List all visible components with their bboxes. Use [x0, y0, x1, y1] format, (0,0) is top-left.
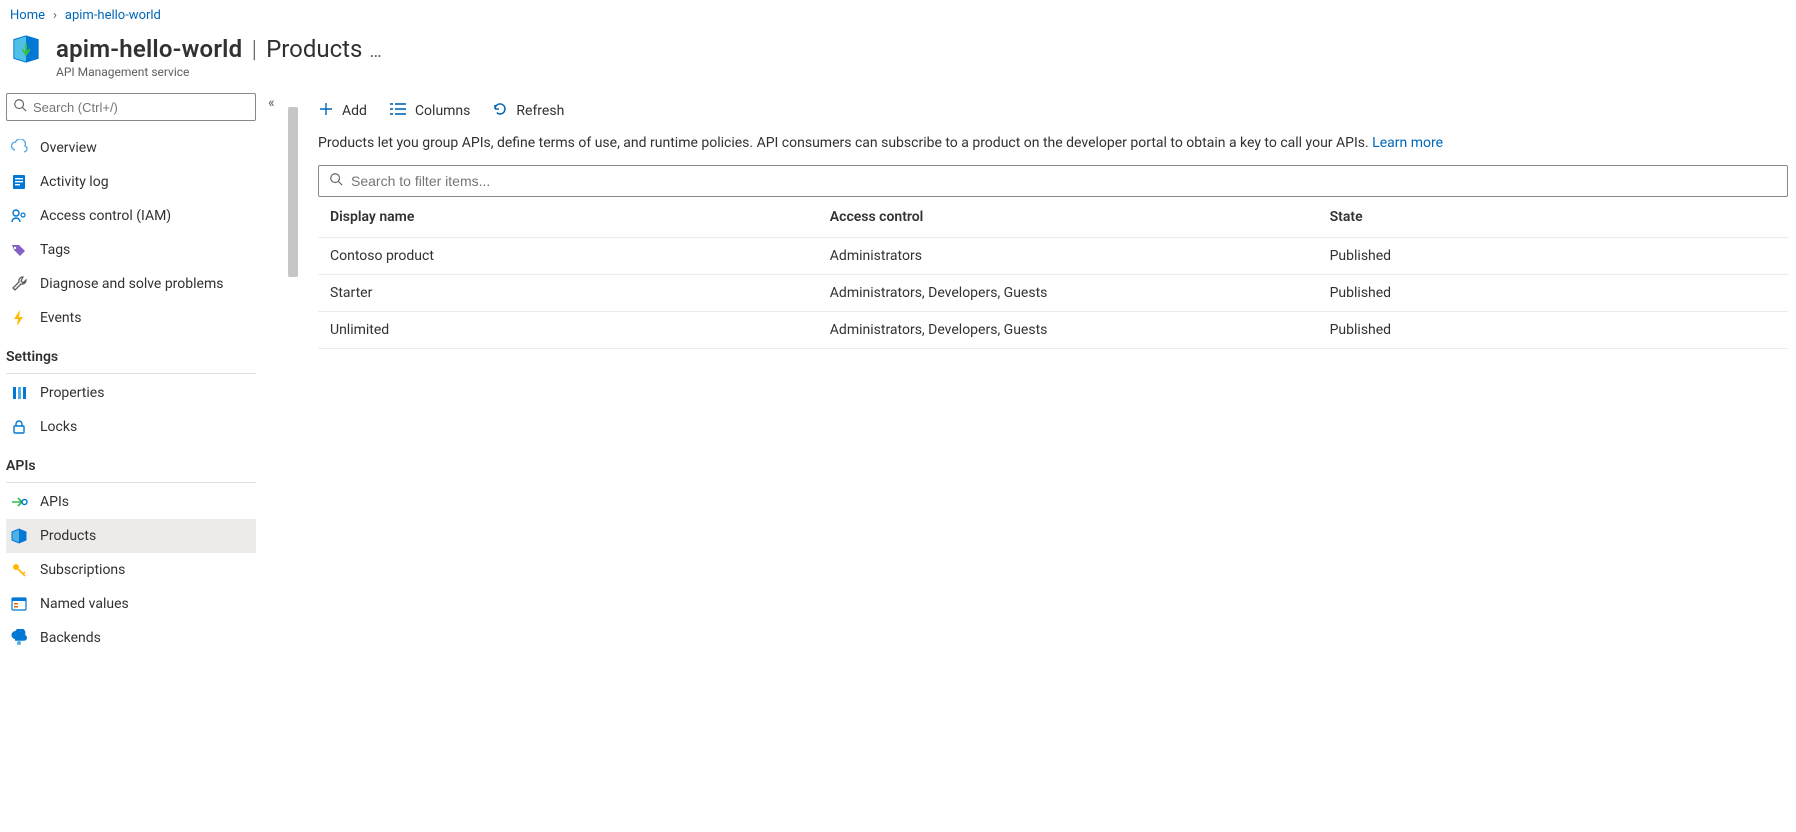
- col-header-display-name[interactable]: Display name: [318, 197, 818, 238]
- cell-access: Administrators, Developers, Guests: [818, 312, 1318, 349]
- sidebar-item-named-values[interactable]: Named values: [6, 587, 256, 621]
- sidebar-item-label: Products: [40, 528, 96, 544]
- breadcrumb: Home › apim-hello-world: [0, 0, 1796, 27]
- sidebar-search[interactable]: [6, 93, 256, 121]
- scrollbar[interactable]: [288, 107, 298, 277]
- col-header-state[interactable]: State: [1318, 197, 1788, 238]
- cell-state: Published: [1318, 238, 1788, 275]
- sidebar-item-activity-log[interactable]: Activity log: [6, 165, 256, 199]
- access-control-icon: [10, 207, 28, 225]
- refresh-icon: [492, 101, 508, 121]
- activity-log-icon: [10, 173, 28, 191]
- sidebar-item-label: Overview: [40, 140, 97, 156]
- properties-icon: [10, 384, 28, 402]
- backends-icon: [10, 629, 28, 647]
- sidebar-gap: «: [262, 89, 298, 675]
- wrench-icon: [10, 275, 28, 293]
- named-values-icon: [10, 595, 28, 613]
- apim-service-icon: [10, 33, 42, 65]
- sidebar-item-subscriptions[interactable]: Subscriptions: [6, 553, 256, 587]
- add-label: Add: [342, 103, 367, 119]
- filter-search[interactable]: [318, 165, 1788, 197]
- plus-icon: [318, 101, 334, 121]
- cell-state: Published: [1318, 275, 1788, 312]
- cell-state: Published: [1318, 312, 1788, 349]
- separator: [6, 373, 256, 374]
- columns-icon: [389, 101, 407, 121]
- table-row[interactable]: StarterAdministrators, Developers, Guest…: [318, 275, 1788, 312]
- sidebar-item-backends[interactable]: Backends: [6, 621, 256, 655]
- table-row[interactable]: Contoso productAdministratorsPublished: [318, 238, 1788, 275]
- collapse-sidebar-icon[interactable]: «: [268, 95, 275, 111]
- sidebar-item-label: Subscriptions: [40, 562, 125, 578]
- sidebar-item-events[interactable]: Events: [6, 301, 256, 335]
- service-type-label: API Management service: [0, 65, 1796, 79]
- toolbar: Add Columns: [318, 93, 1788, 135]
- sidebar-item-label: Activity log: [40, 174, 109, 190]
- cell-access: Administrators, Developers, Guests: [818, 275, 1318, 312]
- columns-label: Columns: [415, 103, 470, 119]
- api-icon: [10, 493, 28, 511]
- cell-access: Administrators: [818, 238, 1318, 275]
- description: Products let you group APIs, define term…: [318, 135, 1788, 151]
- sidebar-item-tags[interactable]: Tags: [6, 233, 256, 267]
- sidebar-item-products[interactable]: Products: [6, 519, 256, 553]
- sidebar-item-locks[interactable]: Locks: [6, 410, 256, 444]
- more-icon[interactable]: …: [370, 41, 382, 62]
- sidebar-section-settings: Settings: [6, 335, 256, 371]
- chevron-right-icon: ›: [53, 8, 57, 23]
- col-header-access-control[interactable]: Access control: [818, 197, 1318, 238]
- sidebar-section-apis: APIs: [6, 444, 256, 480]
- sidebar-item-label: APIs: [40, 494, 69, 510]
- lock-icon: [10, 418, 28, 436]
- title-separator: |: [252, 35, 257, 63]
- sidebar-item-label: Locks: [40, 419, 77, 435]
- cell-name: Contoso product: [318, 238, 818, 275]
- sidebar-item-label: Named values: [40, 596, 129, 612]
- description-text: Products let you group APIs, define term…: [318, 135, 1372, 151]
- sidebar-item-apis[interactable]: APIs: [6, 485, 256, 519]
- sidebar-item-overview[interactable]: Overview: [6, 131, 256, 165]
- sidebar-item-access-control[interactable]: Access control (IAM): [6, 199, 256, 233]
- refresh-button[interactable]: Refresh: [492, 101, 564, 121]
- products-icon: [10, 527, 28, 545]
- cell-name: Starter: [318, 275, 818, 312]
- sidebar-item-label: Properties: [40, 385, 104, 401]
- search-icon: [13, 98, 27, 116]
- key-icon: [10, 561, 28, 579]
- table-row[interactable]: UnlimitedAdministrators, Developers, Gue…: [318, 312, 1788, 349]
- main-content: Add Columns: [298, 89, 1796, 675]
- breadcrumb-home[interactable]: Home: [10, 8, 45, 23]
- columns-button[interactable]: Columns: [389, 101, 470, 121]
- cell-name: Unlimited: [318, 312, 818, 349]
- sidebar-item-properties[interactable]: Properties: [6, 376, 256, 410]
- refresh-label: Refresh: [516, 103, 564, 119]
- sidebar: Overview Activity log Access control (IA…: [0, 89, 262, 675]
- products-table: Display name Access control State Contos…: [318, 197, 1788, 349]
- search-icon: [329, 172, 343, 190]
- page-title: Products: [266, 35, 362, 63]
- sidebar-item-label: Events: [40, 310, 81, 326]
- separator: [6, 482, 256, 483]
- sidebar-item-label: Diagnose and solve problems: [40, 276, 223, 292]
- sidebar-item-diagnose[interactable]: Diagnose and solve problems: [6, 267, 256, 301]
- sidebar-item-label: Tags: [40, 242, 70, 258]
- sidebar-item-label: Backends: [40, 630, 101, 646]
- tag-icon: [10, 241, 28, 259]
- add-button[interactable]: Add: [318, 101, 367, 121]
- learn-more-link[interactable]: Learn more: [1372, 135, 1443, 151]
- filter-input[interactable]: [343, 173, 1777, 189]
- sidebar-search-input[interactable]: [27, 100, 249, 115]
- resource-name: apim-hello-world: [56, 35, 242, 63]
- sidebar-item-label: Access control (IAM): [40, 208, 171, 224]
- breadcrumb-resource[interactable]: apim-hello-world: [65, 8, 161, 23]
- lightning-icon: [10, 309, 28, 327]
- cloud-sync-icon: [10, 139, 28, 157]
